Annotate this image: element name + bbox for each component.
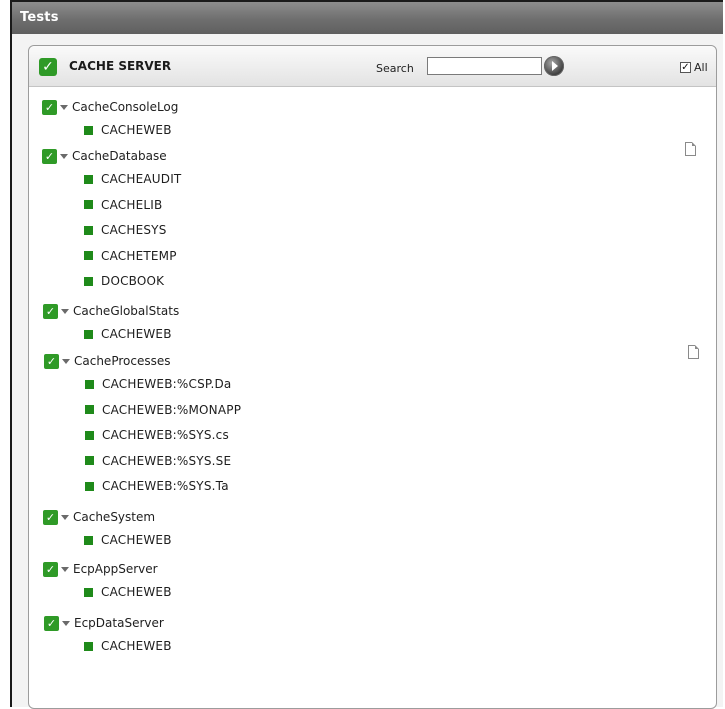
expand-caret-icon[interactable] xyxy=(60,306,70,316)
tests-window: Tests ✓ CACHE SERVER Search ✓ All ✓ Cache… xyxy=(10,0,723,709)
tree-item[interactable]: CACHEWEB:%SYS.Ta xyxy=(85,479,229,493)
tree-item-label: CACHELIB xyxy=(101,197,163,212)
expand-caret-icon[interactable] xyxy=(61,356,71,366)
green-square-icon xyxy=(84,200,93,209)
green-square-icon xyxy=(84,329,93,339)
tree-item-label: CACHEWEB:%SYS.Ta xyxy=(102,479,229,493)
tree-item[interactable]: CACHEWEB xyxy=(84,639,172,653)
green-square-icon xyxy=(84,641,93,651)
tree-item[interactable]: CACHEAUDIT xyxy=(84,172,181,186)
tree-group-label: CacheProcesses xyxy=(74,354,171,368)
tree-group-label: CacheDatabase xyxy=(72,149,167,163)
search-go-icon[interactable] xyxy=(544,56,564,76)
green-square-icon xyxy=(85,405,94,414)
checkbox-checked-icon[interactable]: ✓ xyxy=(43,509,58,525)
tree-item-label: DOCBOOK xyxy=(101,274,165,288)
search-input[interactable] xyxy=(427,57,542,75)
expand-caret-icon[interactable] xyxy=(59,151,69,161)
tree-group-label: CacheSystem xyxy=(73,510,156,524)
expand-caret-icon[interactable] xyxy=(61,618,71,628)
tree-item[interactable]: CACHEWEB:%SYS.cs xyxy=(85,428,229,442)
expand-caret-icon[interactable] xyxy=(60,564,70,574)
tree-group-cacheglobalstats[interactable]: ✓ CacheGlobalStats xyxy=(43,303,179,319)
tree-item[interactable]: CACHEWEB:%CSP.Da xyxy=(85,377,231,391)
tree-item[interactable]: CACHEWEB xyxy=(84,585,172,599)
green-square-icon xyxy=(85,430,94,440)
green-square-icon xyxy=(85,379,94,389)
tree-item-label: CACHETEMP xyxy=(101,248,177,263)
checkbox-checked-icon[interactable]: ✓ xyxy=(42,148,57,164)
checkbox-checked-icon[interactable]: ✓ xyxy=(44,353,59,369)
tree-group-label: EcpAppServer xyxy=(73,562,158,576)
green-square-icon xyxy=(84,587,93,597)
panel-header: ✓ CACHE SERVER Search ✓ All xyxy=(29,46,716,87)
tree-group-cacheprocesses[interactable]: ✓ CacheProcesses xyxy=(44,353,170,369)
tree-item-label: CACHEWEB xyxy=(101,533,172,547)
panel-checkbox-icon[interactable]: ✓ xyxy=(39,58,57,76)
tree-item[interactable]: CACHEWEB:%SYS.SE xyxy=(85,454,231,468)
green-square-icon xyxy=(84,225,93,235)
tree-group-label: EcpDataServer xyxy=(74,616,164,630)
checkbox-checked-icon[interactable]: ✓ xyxy=(42,99,57,115)
tree-group-cacheconsolelog[interactable]: ✓ CacheConsoleLog xyxy=(42,99,178,115)
green-square-icon xyxy=(84,276,93,286)
tree-item-label: CACHEWEB xyxy=(101,585,172,599)
tree-item[interactable]: CACHEWEB:%MONAPP xyxy=(85,403,241,417)
tree-item-label: CACHEWEB:%SYS.cs xyxy=(102,428,229,442)
checkbox-checked-icon[interactable]: ✓ xyxy=(44,615,59,631)
tree-item[interactable]: CACHEWEB xyxy=(84,123,172,137)
green-square-icon xyxy=(84,535,93,545)
tree-item-label: CACHESYS xyxy=(101,223,167,237)
green-square-icon xyxy=(84,251,93,260)
green-square-icon xyxy=(84,174,93,184)
window-title: Tests xyxy=(12,2,723,34)
tree-item-label: CACHEWEB xyxy=(101,639,172,653)
tree-item[interactable]: CACHESYS xyxy=(84,223,167,237)
tree-item[interactable]: DOCBOOK xyxy=(84,274,164,288)
tree-group-label: CacheGlobalStats xyxy=(73,304,180,318)
tree-item[interactable]: CACHEWEB xyxy=(84,327,172,341)
search-label: Search xyxy=(376,62,414,75)
document-icon[interactable] xyxy=(685,142,696,156)
document-icon[interactable] xyxy=(688,345,699,359)
tree-item-label: CACHEWEB:%CSP.Da xyxy=(102,377,232,391)
tree-item-label: CACHEAUDIT xyxy=(101,172,182,186)
tree-item[interactable]: CACHEWEB xyxy=(84,533,172,547)
expand-caret-icon[interactable] xyxy=(60,512,70,522)
green-square-icon xyxy=(85,456,94,465)
cache-server-panel: ✓ CACHE SERVER Search ✓ All ✓ CacheConsol… xyxy=(28,45,717,709)
tree-item[interactable]: CACHELIB xyxy=(84,198,162,212)
tree-group-ecpdataserver[interactable]: ✓ EcpDataServer xyxy=(44,615,164,631)
all-label: All xyxy=(694,61,708,74)
expand-caret-icon[interactable] xyxy=(59,102,69,112)
tree-group-cachesystem[interactable]: ✓ CacheSystem xyxy=(43,509,155,525)
green-square-icon xyxy=(84,125,93,135)
tree-group-label: CacheConsoleLog xyxy=(72,100,179,114)
checkbox-checked-icon[interactable]: ✓ xyxy=(43,561,58,577)
tree-item-label: CACHEWEB xyxy=(101,123,172,137)
all-checkbox[interactable]: ✓ xyxy=(680,62,691,73)
tree-group-ecpappserver[interactable]: ✓ EcpAppServer xyxy=(43,561,158,577)
tree-item-label: CACHEWEB xyxy=(101,327,172,341)
green-square-icon xyxy=(85,481,94,491)
checkbox-checked-icon[interactable]: ✓ xyxy=(43,303,58,319)
panel-title: CACHE SERVER xyxy=(69,59,172,73)
tree-group-cachedatabase[interactable]: ✓ CacheDatabase xyxy=(42,148,167,164)
tree-item[interactable]: CACHETEMP xyxy=(84,249,177,263)
tree-item-label: CACHEWEB:%SYS.SE xyxy=(102,453,232,468)
tree-item-label: CACHEWEB:%MONAPP xyxy=(102,402,242,417)
